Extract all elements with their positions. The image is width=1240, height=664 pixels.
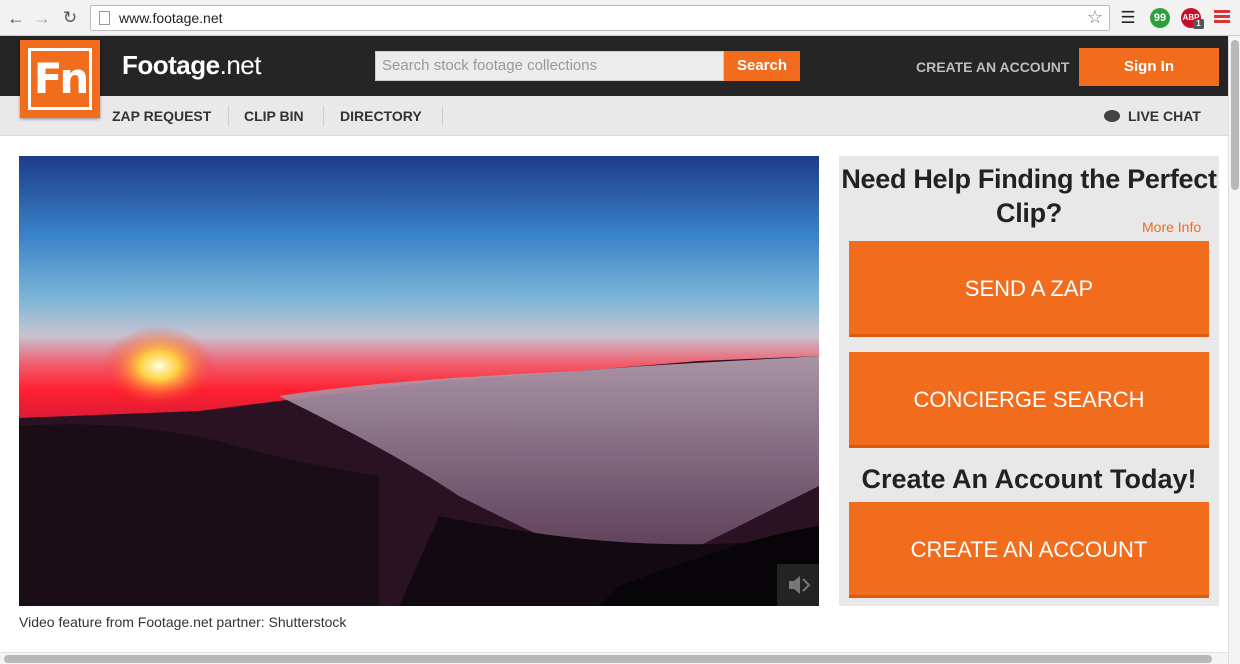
nav-divider bbox=[323, 106, 324, 126]
vertical-scrollbar[interactable] bbox=[1228, 36, 1240, 664]
brand-name[interactable]: Footage.net bbox=[122, 50, 261, 81]
nav-divider bbox=[228, 106, 229, 126]
hangouts-icon[interactable]: 99 bbox=[1150, 8, 1170, 28]
brand-name-main: Footage bbox=[122, 50, 220, 80]
back-arrow-icon[interactable]: ← bbox=[6, 8, 26, 28]
video-caption: Video feature from Footage.net partner: … bbox=[19, 614, 347, 630]
concierge-search-button[interactable]: CONCIERGE SEARCH bbox=[849, 352, 1209, 448]
forward-arrow-icon[interactable]: → bbox=[32, 8, 52, 28]
volume-icon[interactable] bbox=[777, 564, 819, 606]
site-logo[interactable]: Fn bbox=[20, 40, 100, 118]
address-bar[interactable]: www.footage.net ☆ bbox=[90, 5, 1110, 31]
help-sidebar: Need Help Finding the Perfect Clip? More… bbox=[839, 156, 1219, 606]
buffer-icon[interactable]: ☰ bbox=[1118, 8, 1138, 28]
account-heading: Create An Account Today! bbox=[861, 464, 1197, 494]
featured-video[interactable] bbox=[19, 156, 819, 606]
sub-navigation: ZAP REQUEST CLIP BIN DIRECTORY LIVE CHAT bbox=[0, 96, 1228, 136]
adblock-count-badge: 1 bbox=[1193, 19, 1204, 29]
url-text[interactable]: www.footage.net bbox=[119, 10, 223, 26]
more-info-link[interactable]: More Info bbox=[1142, 219, 1201, 235]
adblock-icon[interactable]: ABP 1 bbox=[1181, 8, 1204, 29]
browser-toolbar: ← → ↻ www.footage.net ☆ ☰ 99 ABP 1 bbox=[0, 0, 1240, 36]
search-input[interactable]: Search stock footage collections bbox=[375, 51, 724, 81]
logo-mark: Fn bbox=[28, 48, 92, 110]
horizontal-scroll-thumb[interactable] bbox=[4, 655, 1212, 663]
live-chat-link[interactable]: LIVE CHAT bbox=[1104, 108, 1201, 124]
page-icon bbox=[99, 11, 110, 25]
nav-directory[interactable]: DIRECTORY bbox=[340, 108, 422, 124]
reload-icon[interactable]: ↻ bbox=[60, 8, 80, 28]
search-button[interactable]: Search bbox=[724, 51, 800, 81]
site-header: Fn Footage.net Search stock footage coll… bbox=[0, 36, 1228, 118]
horizontal-scrollbar[interactable] bbox=[0, 652, 1228, 664]
menu-icon[interactable] bbox=[1214, 10, 1230, 24]
chat-bubble-icon bbox=[1104, 110, 1120, 122]
brand-name-suffix: .net bbox=[219, 50, 262, 80]
nav-zap-request[interactable]: ZAP REQUEST bbox=[112, 108, 211, 124]
vertical-scroll-thumb[interactable] bbox=[1231, 40, 1239, 190]
nav-clip-bin[interactable]: CLIP BIN bbox=[244, 108, 304, 124]
video-frame-sunset bbox=[19, 156, 819, 606]
send-zap-button[interactable]: SEND A ZAP bbox=[849, 241, 1209, 337]
live-chat-label: LIVE CHAT bbox=[1128, 108, 1201, 124]
sign-in-button[interactable]: Sign In bbox=[1079, 48, 1219, 86]
create-account-button[interactable]: CREATE AN ACCOUNT bbox=[849, 502, 1209, 598]
star-icon[interactable]: ☆ bbox=[1087, 7, 1103, 28]
nav-divider bbox=[442, 106, 443, 126]
search-form: Search stock footage collections Search bbox=[375, 51, 800, 81]
create-account-link[interactable]: CREATE AN ACCOUNT bbox=[916, 59, 1069, 75]
